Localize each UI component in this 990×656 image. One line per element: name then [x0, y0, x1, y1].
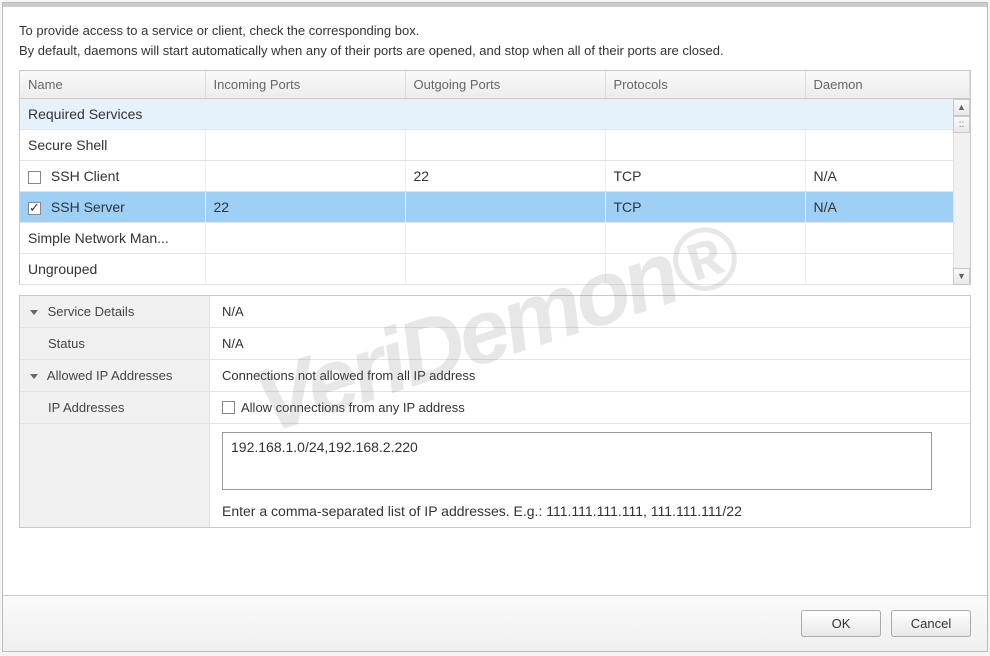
ip-addresses-label: IP Addresses — [20, 392, 210, 423]
scroll-up-icon[interactable]: ▲ — [953, 99, 970, 116]
services-table-wrap: Name Incoming Ports Outgoing Ports Proto… — [19, 70, 971, 285]
chevron-down-icon — [30, 374, 38, 379]
cell-required-name: Required Services — [20, 99, 205, 130]
intro-text: To provide access to a service or client… — [19, 21, 971, 60]
ip-addresses-spacer — [20, 424, 210, 527]
col-incoming[interactable]: Incoming Ports — [205, 71, 405, 99]
ssh-server-protocols: TCP — [605, 192, 805, 223]
row-ssh-server[interactable]: SSH Server 22 TCP N/A — [20, 192, 970, 223]
ip-hint: Enter a comma-separated list of IP addre… — [222, 503, 958, 519]
ssh-server-outgoing — [405, 192, 605, 223]
status-label: Status — [20, 328, 210, 359]
scroll-grip-icon[interactable]: :: — [953, 116, 970, 133]
service-details-header[interactable]: Service Details — [20, 296, 210, 327]
cell-snmp: Simple Network Man... — [20, 223, 205, 254]
service-details-value: N/A — [210, 296, 970, 327]
ssh-server-checkbox[interactable] — [28, 202, 41, 215]
ssh-client-daemon: N/A — [805, 161, 970, 192]
allowed-ip-value: Connections not allowed from all IP addr… — [210, 360, 970, 391]
allow-any-row: Allow connections from any IP address — [222, 400, 958, 415]
allowed-ip-header[interactable]: Allowed IP Addresses — [20, 360, 210, 391]
chevron-down-icon — [30, 310, 38, 315]
intro-line1: To provide access to a service or client… — [19, 21, 971, 41]
cell-ungrouped: Ungrouped — [20, 254, 205, 285]
ssh-client-checkbox[interactable] — [28, 171, 41, 184]
service-details-label: Service Details — [48, 304, 135, 319]
row-secure-shell[interactable]: Secure Shell — [20, 130, 970, 161]
dialog-footer: OK Cancel — [3, 595, 987, 651]
ssh-client-incoming — [205, 161, 405, 192]
row-snmp[interactable]: Simple Network Man... — [20, 223, 970, 254]
col-outgoing[interactable]: Outgoing Ports — [405, 71, 605, 99]
cell-secure-shell: Secure Shell — [20, 130, 205, 161]
ssh-client-outgoing: 22 — [405, 161, 605, 192]
allowed-ip-label: Allowed IP Addresses — [47, 368, 173, 383]
allow-any-checkbox[interactable] — [222, 401, 235, 414]
ok-button[interactable]: OK — [801, 610, 881, 637]
cancel-button[interactable]: Cancel — [891, 610, 971, 637]
allow-any-label: Allow connections from any IP address — [241, 400, 465, 415]
ssh-server-incoming: 22 — [205, 192, 405, 223]
scroll-down-icon[interactable]: ▼ — [953, 268, 970, 285]
table-header-row: Name Incoming Ports Outgoing Ports Proto… — [20, 71, 970, 99]
ssh-client-protocols: TCP — [605, 161, 805, 192]
col-daemon[interactable]: Daemon — [805, 71, 970, 99]
status-value: N/A — [210, 328, 970, 359]
row-ssh-client[interactable]: SSH Client 22 TCP N/A — [20, 161, 970, 192]
col-name[interactable]: Name — [20, 71, 205, 99]
firewall-services-dialog: To provide access to a service or client… — [2, 2, 988, 652]
col-protocols[interactable]: Protocols — [605, 71, 805, 99]
row-required-services[interactable]: Required Services — [20, 99, 970, 130]
row-ungrouped[interactable]: Ungrouped — [20, 254, 970, 285]
ssh-client-label: SSH Client — [51, 168, 119, 184]
service-details-panel: Service Details N/A Status N/A Allowed I… — [19, 295, 971, 528]
ssh-server-label: SSH Server — [51, 199, 125, 215]
ssh-server-daemon: N/A — [805, 192, 970, 223]
services-table: Name Incoming Ports Outgoing Ports Proto… — [20, 71, 970, 285]
ip-addresses-input[interactable] — [222, 432, 932, 490]
intro-line2: By default, daemons will start automatic… — [19, 41, 971, 61]
dialog-content: To provide access to a service or client… — [3, 7, 987, 595]
